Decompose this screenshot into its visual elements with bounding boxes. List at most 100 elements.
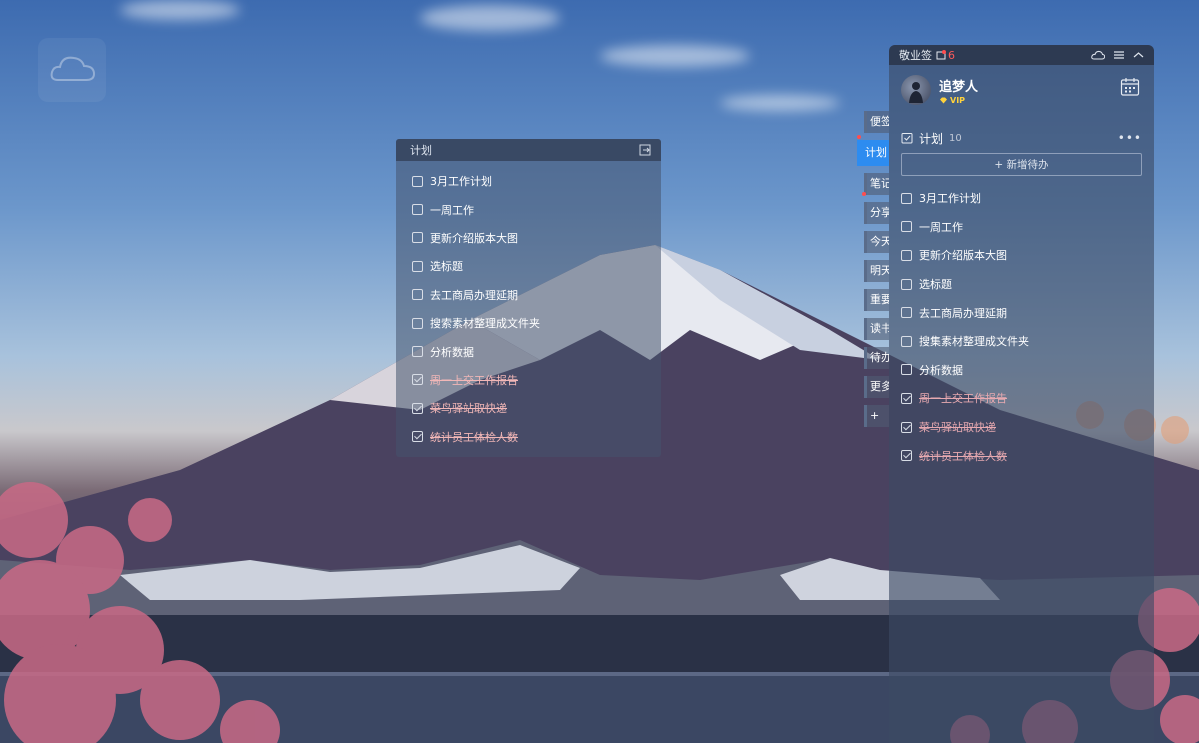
checkbox[interactable] xyxy=(412,346,423,358)
avatar[interactable] xyxy=(901,75,931,105)
checkbox-checked[interactable] xyxy=(412,402,423,414)
checkbox[interactable] xyxy=(901,307,912,319)
panel-titlebar: 敬业签 6 xyxy=(889,45,1154,65)
list-item[interactable]: 一周工作 xyxy=(412,195,661,223)
checkbox[interactable] xyxy=(412,232,423,244)
tab-notes[interactable]: 便签 xyxy=(864,111,889,133)
vip-label: VIP xyxy=(950,95,966,105)
list-item-completed[interactable]: 周一上交工作报告 xyxy=(901,384,1154,413)
cloud-icon xyxy=(50,56,96,81)
checkbox[interactable] xyxy=(412,317,423,329)
item-text: 3月工作计划 xyxy=(919,192,981,206)
todo-list: 3月工作计划 一周工作 更新介绍版本大图 选标题 去工商局办理延期 搜集素材整理… xyxy=(889,176,1154,470)
item-text: 周一上交工作报告 xyxy=(430,373,518,387)
plan-widget-header: 计划 xyxy=(396,139,661,161)
section-header: 计划 10 ••• xyxy=(889,125,1154,151)
list-item-completed[interactable]: 周一上交工作报告 xyxy=(412,366,661,394)
list-item[interactable]: 3月工作计划 xyxy=(901,184,1154,213)
diamond-icon xyxy=(940,97,947,103)
tab-notebook[interactable]: 笔记 xyxy=(864,173,889,195)
tab-share[interactable]: 分享 xyxy=(864,202,889,224)
checkbox-checked[interactable] xyxy=(901,450,912,462)
item-text: 去工商局办理延期 xyxy=(430,288,518,302)
tab-todo[interactable]: 待办 xyxy=(864,347,889,369)
sticky-notes-panel: 敬业签 6 追梦人 VIP 计划 10 ••• + 新增待办 3月工作计划 一周… xyxy=(889,45,1154,743)
item-text: 菜鸟驿站取快递 xyxy=(430,402,507,416)
list-item[interactable]: 更新介绍版本大图 xyxy=(901,241,1154,270)
list-item[interactable]: 搜集素材整理成文件夹 xyxy=(901,327,1154,356)
tab-reading[interactable]: 读书 xyxy=(864,318,889,340)
unread-dot xyxy=(857,135,861,139)
cloud-sync-icon[interactable] xyxy=(1091,50,1105,61)
list-item-completed[interactable]: 菜鸟驿站取快递 xyxy=(901,413,1154,442)
tab-tomorrow[interactable]: 明天 xyxy=(864,260,889,282)
checkbox[interactable] xyxy=(901,364,912,376)
list-item[interactable]: 更新介绍版本大图 xyxy=(412,224,661,252)
list-item[interactable]: 去工商局办理延期 xyxy=(901,298,1154,327)
tab-important[interactable]: 重要 xyxy=(864,289,889,311)
item-text: 搜索素材整理成文件夹 xyxy=(430,317,540,331)
item-text: 更新介绍版本大图 xyxy=(430,231,518,245)
list-item[interactable]: 选标题 xyxy=(901,270,1154,299)
collapse-icon[interactable] xyxy=(1133,51,1144,59)
notification-count: 6 xyxy=(948,48,955,62)
app-name: 敬业签 xyxy=(899,49,932,62)
item-text: 更新介绍版本大图 xyxy=(919,249,1007,263)
checkbox[interactable] xyxy=(901,249,912,261)
checkbox[interactable] xyxy=(901,192,912,204)
item-text: 菜鸟驿站取快递 xyxy=(919,421,996,435)
item-text: 分析数据 xyxy=(430,345,474,359)
titlebar-tools xyxy=(1091,50,1144,61)
add-todo-button[interactable]: + 新增待办 xyxy=(901,153,1142,176)
tab-add[interactable]: + xyxy=(864,405,889,427)
checkbox[interactable] xyxy=(901,335,912,347)
item-text: 3月工作计划 xyxy=(430,175,492,189)
checkbox-checked[interactable] xyxy=(901,421,912,433)
section-title: 计划 xyxy=(919,131,944,146)
checkbox[interactable] xyxy=(412,204,423,216)
menu-icon[interactable] xyxy=(1113,50,1125,60)
calendar-icon[interactable] xyxy=(1120,77,1140,97)
category-tabs: 便签 计划 笔记 分享 今天 明天 重要 读书 待办 更多 + xyxy=(857,111,889,434)
checkbox-checked[interactable] xyxy=(412,374,423,386)
list-item[interactable]: 去工商局办理延期 xyxy=(412,281,661,309)
vip-badge: VIP xyxy=(939,96,978,105)
item-text: 去工商局办理延期 xyxy=(919,306,1007,320)
list-item-completed[interactable]: 统计员工体检人数 xyxy=(901,441,1154,470)
exit-icon[interactable] xyxy=(639,144,651,156)
user-profile: 追梦人 VIP xyxy=(889,65,1154,115)
tab-plan[interactable]: 计划 xyxy=(857,140,889,166)
item-text: 分析数据 xyxy=(919,363,963,377)
plan-widget: 计划 3月工作计划 一周工作 更新介绍版本大图 选标题 去工商局办理延期 搜索素… xyxy=(396,139,661,457)
user-name: 追梦人 xyxy=(939,79,979,95)
notification-bell-icon[interactable] xyxy=(936,49,946,61)
list-item[interactable]: 搜索素材整理成文件夹 xyxy=(412,309,661,337)
checkbox[interactable] xyxy=(901,278,912,290)
person-silhouette-icon xyxy=(909,82,923,103)
list-item-completed[interactable]: 统计员工体检人数 xyxy=(412,423,661,451)
item-text: 统计员工体检人数 xyxy=(430,430,518,444)
list-item-completed[interactable]: 菜鸟驿站取快递 xyxy=(412,394,661,422)
list-item[interactable]: 一周工作 xyxy=(901,213,1154,242)
user-info: 追梦人 VIP xyxy=(939,76,978,105)
checkbox[interactable] xyxy=(412,260,423,272)
tab-today[interactable]: 今天 xyxy=(864,231,889,253)
desktop-app-icon[interactable] xyxy=(38,38,106,102)
item-text: 一周工作 xyxy=(430,203,474,217)
plan-widget-list: 3月工作计划 一周工作 更新介绍版本大图 选标题 去工商局办理延期 搜索素材整理… xyxy=(396,161,661,451)
list-item[interactable]: 分析数据 xyxy=(901,356,1154,385)
item-text: 选标题 xyxy=(430,260,463,274)
list-item[interactable]: 分析数据 xyxy=(412,337,661,365)
plan-widget-title: 计划 xyxy=(410,144,432,157)
list-item[interactable]: 3月工作计划 xyxy=(412,167,661,195)
checkbox-checked[interactable] xyxy=(901,392,912,404)
item-text: 选标题 xyxy=(919,278,952,292)
more-options-button[interactable]: ••• xyxy=(1118,131,1142,145)
list-item[interactable]: 选标题 xyxy=(412,252,661,280)
tab-more[interactable]: 更多 xyxy=(864,376,889,398)
checkbox[interactable] xyxy=(412,289,423,301)
checkbox[interactable] xyxy=(412,175,423,187)
checkbox-checked[interactable] xyxy=(412,431,423,443)
checkbox[interactable] xyxy=(901,221,912,233)
item-text: 周一上交工作报告 xyxy=(919,392,1007,406)
